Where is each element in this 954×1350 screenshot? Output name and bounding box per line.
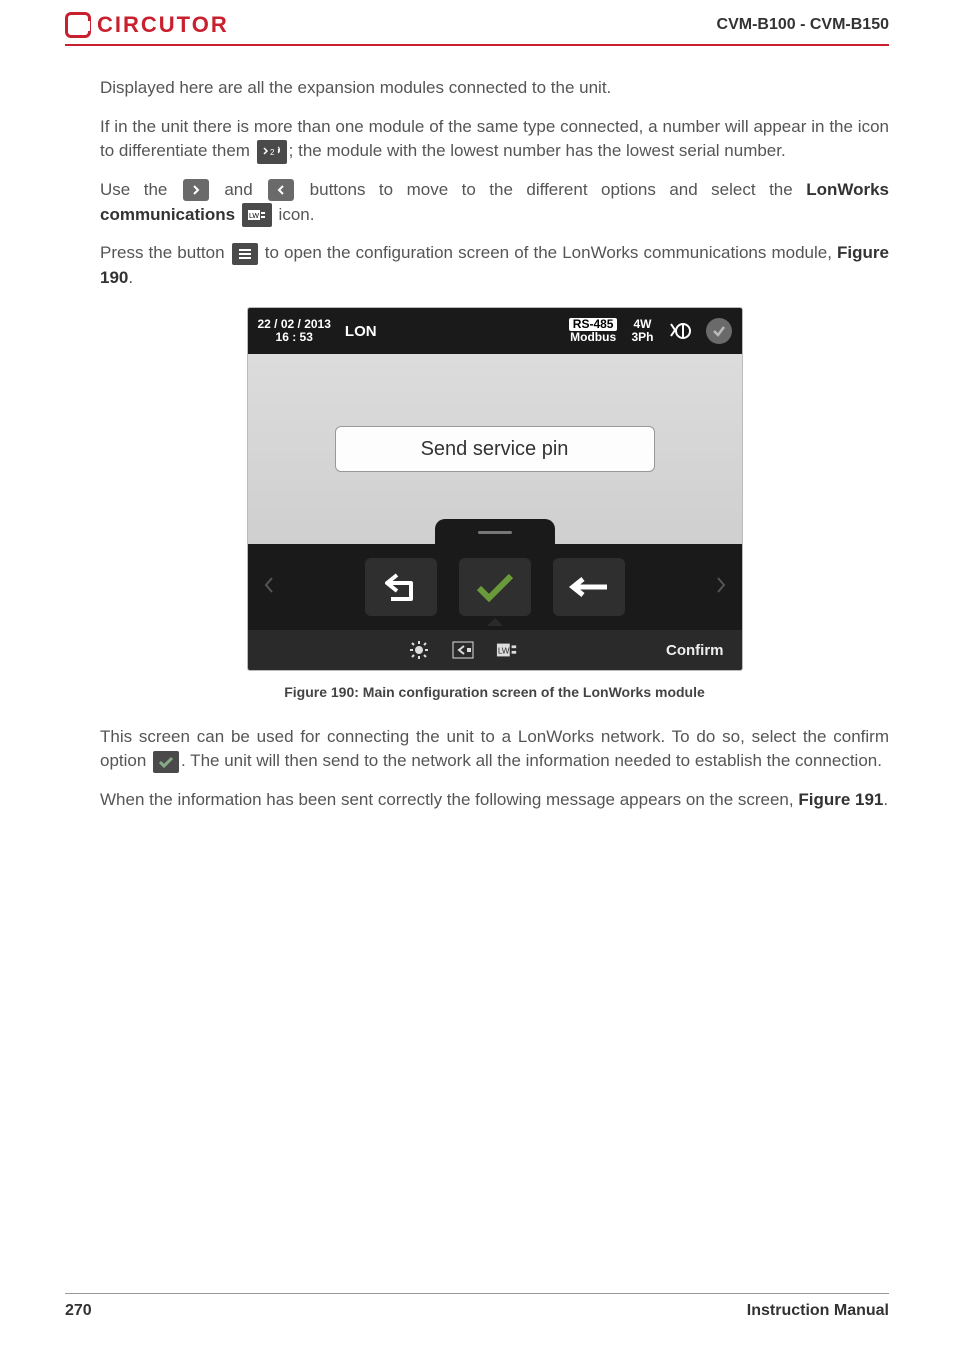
figure-caption: Figure 190: Main configuration screen of… [100,682,889,702]
para-1: Displayed here are all the expansion mod… [100,76,889,101]
lonworks-module-icon: LW [242,203,272,227]
device-status-bar: 22 / 02 / 2013 16 : 53 LON RS-485 Modbus… [248,308,742,354]
status-datetime: 22 / 02 / 2013 16 : 53 [258,318,331,344]
action-confirm-button[interactable] [459,558,531,616]
svg-text:LW: LW [249,213,259,220]
svg-text:LW: LW [497,647,509,656]
figure-190: 22 / 02 / 2013 16 : 53 LON RS-485 Modbus… [100,308,889,702]
status-ok-icon [706,318,732,344]
device-action-row [248,544,742,630]
nav-right-icon [183,179,209,201]
nav-left-icon [268,179,294,201]
para-5: This screen can be used for connecting t… [100,725,889,774]
footer-lonworks-icon[interactable]: LW [496,639,518,661]
action-backspace-button[interactable] [553,558,625,616]
para-6: When the information has been sent corre… [100,788,889,813]
send-service-pin-button[interactable]: Send service pin [335,426,655,472]
brand-logo: CIRCUTOR [65,12,229,38]
action-next-icon[interactable] [714,572,728,604]
device-footer: LW Confirm [248,630,742,670]
device-screenshot: 22 / 02 / 2013 16 : 53 LON RS-485 Modbus… [248,308,742,670]
para-2: If in the unit there is more than one mo… [100,115,889,164]
status-wiring: 4W 3Ph [631,318,653,344]
footer-label: Instruction Manual [747,1302,889,1320]
brand-name: CIRCUTOR [97,12,229,38]
status-mode: LON [345,321,377,343]
action-back-button[interactable] [365,558,437,616]
para-3: Use the and buttons to move to the diffe… [100,178,889,227]
device-main-area: Send service pin [248,354,742,544]
menu-button-icon [232,243,258,265]
footer-confirm-label: Confirm [666,640,724,662]
page-footer: 270 Instruction Manual [0,1293,954,1320]
confirm-option-icon [153,751,179,773]
module-numbered-icon: 2 [257,140,287,164]
para-4: Press the button to open the configurati… [100,241,889,290]
drawer-handle[interactable] [435,519,555,545]
brand-mark-icon [65,12,91,38]
footer-gear-icon[interactable] [408,639,430,661]
page-number: 270 [65,1302,92,1320]
svg-text:2: 2 [270,148,275,157]
status-protocol: RS-485 Modbus [569,318,618,344]
status-capacitor-icon [668,320,692,342]
document-id: CVM-B100 - CVM-B150 [717,16,889,34]
action-prev-icon[interactable] [262,572,276,604]
footer-input-module-icon[interactable] [452,639,474,661]
